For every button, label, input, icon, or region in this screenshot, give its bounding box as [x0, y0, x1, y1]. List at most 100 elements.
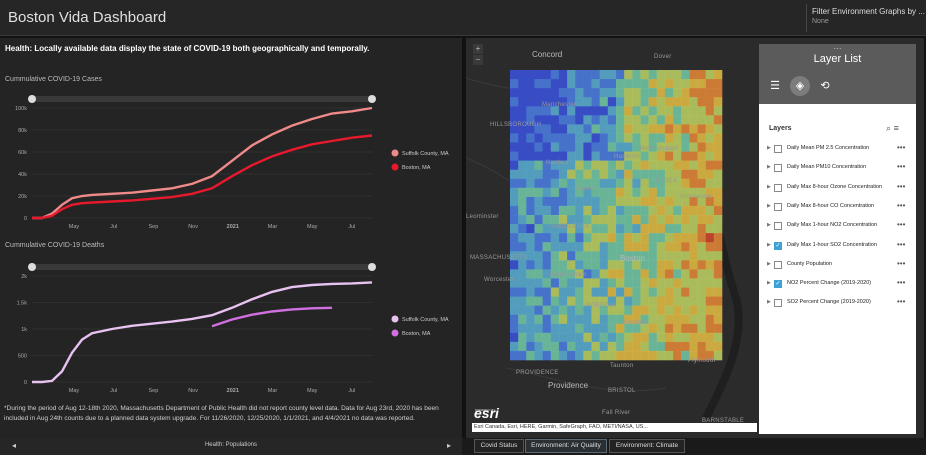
layer-visibility-checkbox[interactable] [774, 145, 782, 153]
layer-row[interactable]: ▶ ✓ Daily Max 1-hour SO2 Concentration ••• [759, 239, 916, 255]
zoom-out-button[interactable]: − [473, 55, 483, 65]
x-tick-label: 2021 [227, 224, 239, 230]
map-label: ESSEX [656, 178, 678, 184]
filter-icon[interactable]: ≡ [894, 123, 899, 133]
expand-caret-icon[interactable]: ▶ [767, 203, 771, 209]
layer-options-icon[interactable]: ••• [897, 220, 905, 229]
map-attribution[interactable]: Esri Canada, Esri, HERE, Garmin, SafeGra… [472, 423, 757, 432]
layers-section-label: Layers [769, 125, 792, 132]
map-label: Worcester [484, 277, 514, 283]
layer-name: Daily Mean PM 2.5 Concentration [787, 145, 870, 151]
expand-caret-icon[interactable]: ▶ [767, 145, 771, 151]
map-label: MIDDLESEX [552, 224, 590, 230]
map-label: Leominster [466, 214, 499, 220]
x-tick-label: May [307, 224, 318, 230]
expand-caret-icon[interactable]: ▶ [767, 299, 771, 305]
layer-visibility-checkbox[interactable] [774, 260, 782, 269]
x-tick-label: Mar [268, 224, 278, 230]
esri-logo: esri [474, 405, 499, 421]
x-tick-label: 2021 [227, 388, 239, 394]
layer-name: Daily Max 1-hour SO2 Concentration [787, 241, 877, 248]
series-line [32, 134, 373, 220]
x-tick-label: May [69, 224, 80, 230]
x-tick-label: Jul [110, 224, 117, 230]
range-slider-track [32, 264, 372, 270]
map-label: Boston [620, 254, 645, 263]
expand-caret-icon[interactable]: ▶ [767, 222, 771, 228]
legend-label: Boston, MA [402, 165, 431, 171]
map-label: Gloucester [680, 194, 713, 200]
map-label: Plymouth [688, 358, 716, 364]
map-label: Dover [654, 54, 672, 60]
x-tick-label: May [307, 388, 318, 394]
zoom-in-button[interactable]: + [473, 44, 483, 54]
layer-options-icon[interactable]: ••• [897, 259, 905, 268]
legend-marker [391, 329, 399, 337]
layer-options-icon[interactable]: ••• [897, 182, 905, 191]
x-tick-label: Mar [268, 388, 278, 394]
layer-row[interactable]: ▶ Daily Max 1-hour NO2 Concentration ••• [759, 219, 916, 235]
search-icon[interactable]: ⌕ [886, 123, 891, 133]
layer-visibility-checkbox[interactable]: ✓ [774, 241, 782, 250]
series-line [32, 281, 373, 384]
filter-label: Filter Environment Graphs by ... [812, 7, 925, 16]
layer-visibility-checkbox[interactable] [774, 222, 782, 231]
map-label: Manchester [542, 102, 577, 108]
layer-visibility-checkbox[interactable] [774, 164, 782, 173]
expand-caret-icon[interactable]: ▶ [767, 261, 771, 267]
expand-caret-icon[interactable]: ▶ [767, 164, 771, 170]
layer-row[interactable]: ▶ ✓ NO2 Percent Change (2019-2020) ••• [759, 277, 916, 293]
layer-options-icon[interactable]: ••• [897, 201, 905, 210]
layer-row[interactable]: ▶ Daily Mean PM10 Concentration ••• [759, 161, 916, 177]
layers-icon[interactable]: ◈ [790, 76, 810, 96]
layer-name: Daily Max 8-hour Ozone Concentration [787, 183, 883, 190]
drag-handle-icon[interactable]: ··· [759, 44, 916, 53]
data-footnote: *During the period of Aug 12-18th 2020, … [4, 405, 439, 422]
layer-visibility-checkbox[interactable] [774, 183, 782, 192]
x-tick-label: Jul [348, 224, 355, 230]
deaths-chart-title: Cummulative COVID-19 Deaths [5, 242, 105, 249]
x-tick-label: Jul [348, 388, 355, 394]
x-tick-label: Nov [188, 388, 198, 394]
next-page-icon[interactable]: ▸ [447, 441, 451, 450]
deaths-chart[interactable]: 0 500 1k 1.5k 2k May Jul Sep Nov 2021 Mar May Jul Suf… [0, 262, 462, 400]
layer-row[interactable]: ▶ County Population ••• [759, 258, 916, 274]
layer-visibility-checkbox[interactable] [774, 299, 782, 308]
expand-caret-icon[interactable]: ▶ [767, 280, 771, 286]
layer-options-icon[interactable]: ••• [897, 297, 905, 306]
layer-row[interactable]: ▶ SO2 Percent Change (2019-2020) ••• [759, 296, 916, 312]
layer-row[interactable]: ▶ Daily Max 8-hour Ozone Concentration ••• [759, 181, 916, 197]
y-tick-label: 80k [18, 128, 27, 134]
layer-name: SO2 Percent Change (2019-2020) [787, 299, 871, 306]
layer-options-icon[interactable]: ••• [897, 143, 905, 152]
map-label: Fall River [602, 410, 631, 416]
expand-caret-icon[interactable]: ▶ [767, 184, 771, 190]
history-icon[interactable]: ⟲ [815, 76, 835, 96]
map-label: HILLSBOROUGH [490, 122, 542, 128]
map-label: Nashua [546, 160, 569, 166]
layer-row[interactable]: ▶ Daily Mean PM 2.5 Concentration ••• [759, 142, 916, 158]
air-quality-heatmap [510, 70, 723, 361]
y-tick-label: 2k [21, 274, 27, 280]
cases-chart[interactable]: 0 20k 40k 60k 80k 100k May Jul Sep Nov 2021 Mar May J… [0, 94, 462, 236]
map-label: Newburyport [640, 146, 678, 152]
layer-visibility-checkbox[interactable] [774, 202, 782, 211]
layer-options-icon[interactable]: ••• [897, 162, 905, 171]
expand-caret-icon[interactable]: ▶ [767, 242, 771, 248]
air-quality-map[interactable]: + − Concord Dover HILLSBOROUGH Mancheste… [466, 38, 924, 438]
y-tick-label: 500 [18, 354, 27, 360]
y-tick-label: 20k [18, 194, 27, 200]
tab-air-quality[interactable]: Environment: Air Quality [525, 439, 607, 453]
layer-options-icon[interactable]: ••• [897, 278, 905, 287]
y-tick-label: 40k [18, 172, 27, 178]
tab-climate[interactable]: Environment: Climate [609, 439, 685, 453]
series-line [32, 106, 373, 220]
map-label: NORFOLK [586, 303, 618, 309]
list-view-icon[interactable]: ☰ [765, 76, 785, 96]
layer-options-icon[interactable]: ••• [897, 240, 905, 249]
tab-covid-status[interactable]: Covid Status [474, 439, 524, 453]
layer-row[interactable]: ▶ Daily Max 8-hour CO Concentration ••• [759, 200, 916, 216]
environment-filter-dropdown[interactable]: Filter Environment Graphs by ... None [806, 4, 925, 32]
y-tick-label: 0 [24, 216, 27, 222]
layer-visibility-checkbox[interactable]: ✓ [774, 280, 782, 289]
